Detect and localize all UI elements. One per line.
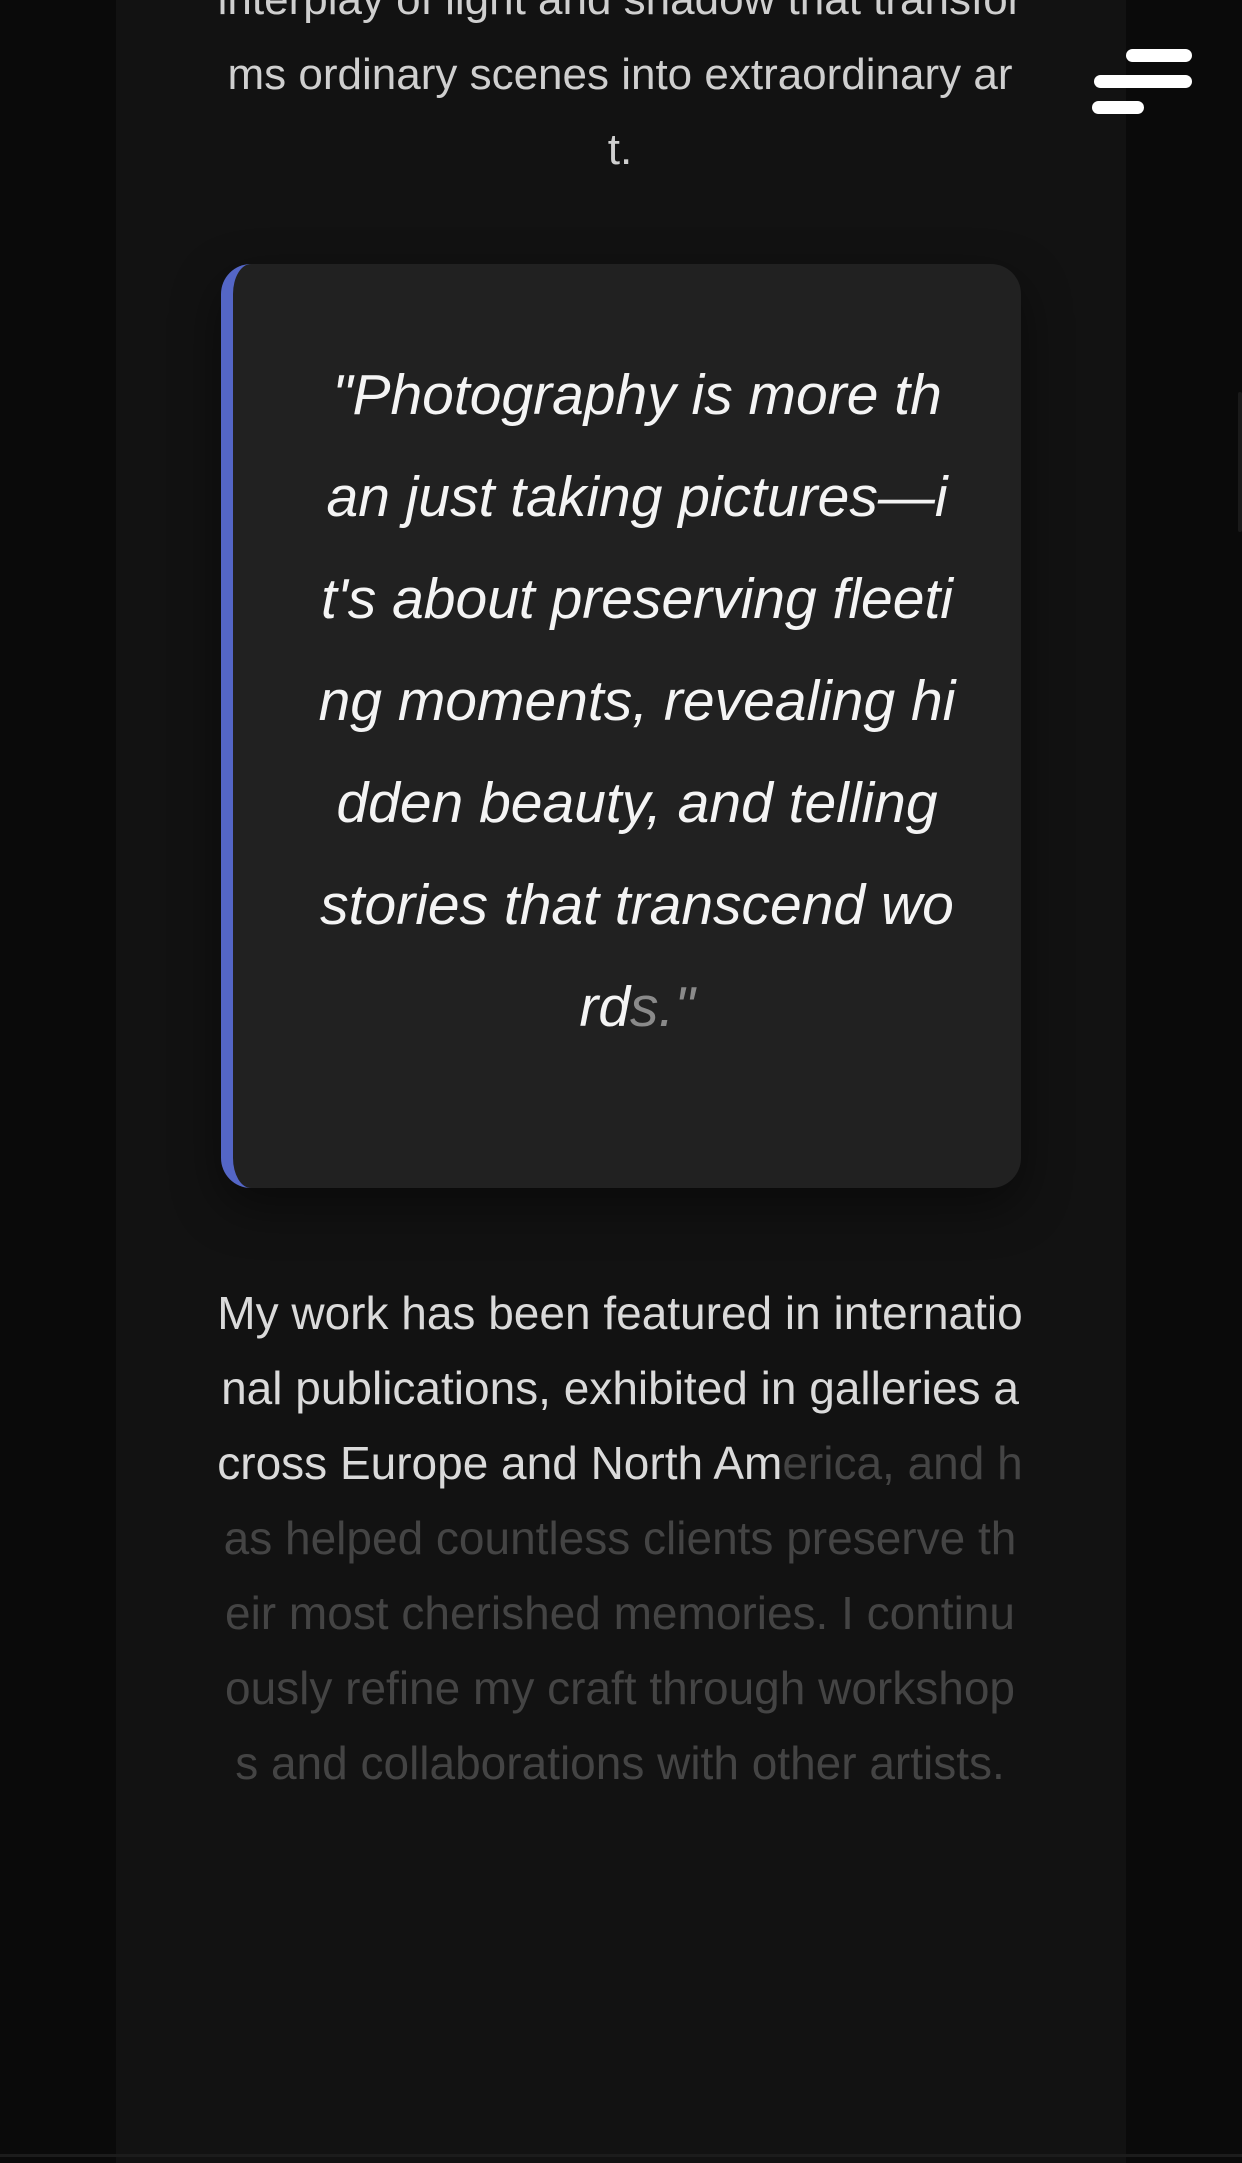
menu-bar-bottom <box>1092 101 1144 114</box>
intro-paragraph: interplay of light and shadow that trans… <box>218 0 1023 174</box>
bottom-divider <box>0 2154 1242 2157</box>
body-fading-text: erica, and has helped countless clients … <box>223 1437 1023 1789</box>
hamburger-menu-icon[interactable] <box>1088 44 1198 120</box>
menu-bar-middle <box>1094 75 1192 88</box>
quote-visible-text: "Photography is more than just taking pi… <box>318 363 956 1039</box>
quote-card: "Photography is more than just taking pi… <box>221 264 1021 1188</box>
quote-fading-text: s." <box>630 975 695 1039</box>
body-paragraph: My work has been featured in internation… <box>216 1276 1024 1801</box>
quote-text: "Photography is more than just taking pi… <box>317 344 957 1058</box>
menu-bar-top <box>1126 49 1192 62</box>
scrollbar-thumb[interactable] <box>1238 392 1242 532</box>
